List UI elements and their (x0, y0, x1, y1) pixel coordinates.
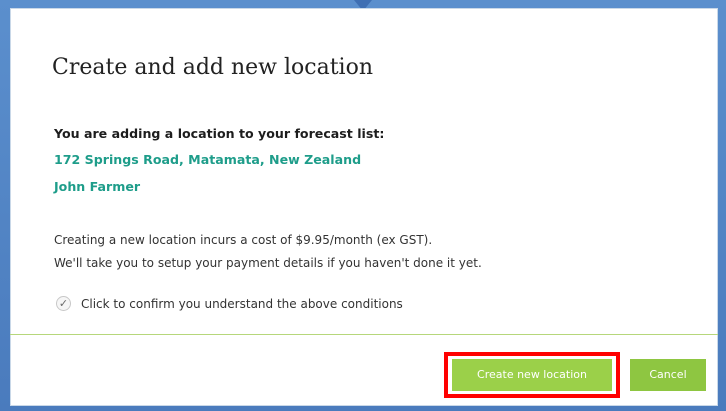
confirm-conditions-label: Click to confirm you understand the abov… (81, 296, 403, 311)
cost-notice: Creating a new location incurs a cost of… (54, 233, 433, 247)
intro-text: You are adding a location to your foreca… (54, 126, 385, 141)
highlight-box (444, 352, 620, 398)
check-icon[interactable]: ✓ (56, 296, 71, 311)
cancel-button[interactable]: Cancel (630, 359, 706, 391)
location-address: 172 Springs Road, Matamata, New Zealand (54, 152, 362, 167)
payment-notice: We'll take you to setup your payment det… (54, 256, 482, 270)
dialog-title: Create and add new location (52, 55, 373, 80)
location-owner: John Farmer (54, 179, 141, 194)
footer-divider (10, 334, 718, 335)
confirm-conditions-row[interactable]: ✓ Click to confirm you understand the ab… (56, 296, 403, 311)
